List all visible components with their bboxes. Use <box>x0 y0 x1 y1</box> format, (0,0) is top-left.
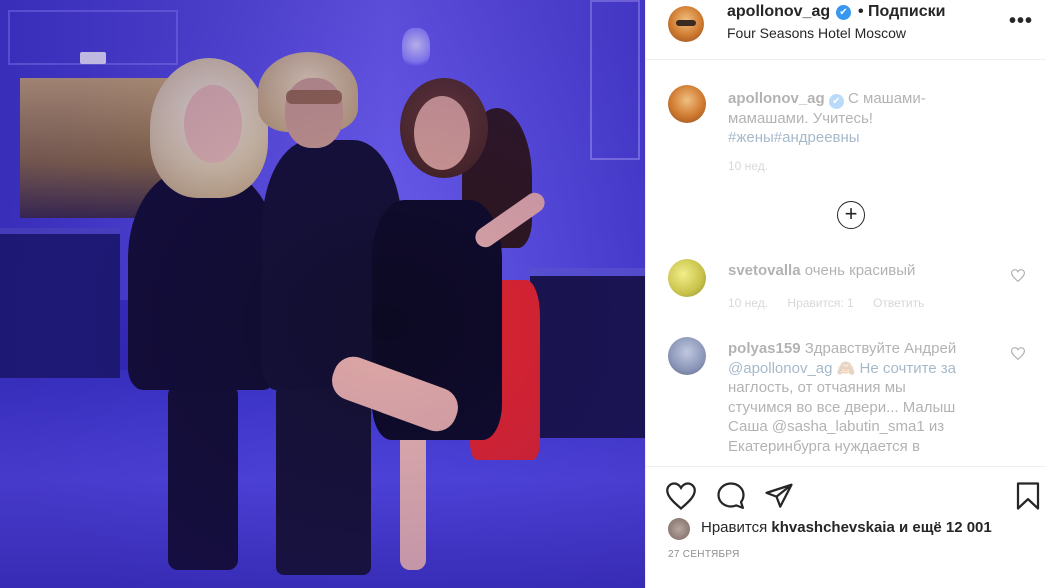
caption-text-line: С машами- <box>848 90 926 107</box>
commenter-avatar[interactable] <box>668 337 706 375</box>
liker-username[interactable]: khvashchevskaia <box>771 519 894 536</box>
commenter-avatar[interactable] <box>668 259 706 297</box>
likes-prefix: Нравится <box>701 519 768 536</box>
post-header: apollonov_ag ✔ • Подписки Four Seasons H… <box>646 0 1046 60</box>
comment-username[interactable]: svetovalla <box>728 262 801 279</box>
comment-text-line: Здравствуйте Андрей <box>804 340 957 357</box>
comment-text-line: Екатеринбурга нуждается в <box>728 437 920 455</box>
comment-text-line: стучимся во все двери... Малыш <box>728 398 956 416</box>
more-options-icon[interactable]: ••• <box>1009 10 1033 33</box>
author-avatar[interactable] <box>668 6 704 42</box>
comment-text: очень красивый <box>804 262 916 279</box>
heart-icon[interactable] <box>666 481 696 511</box>
caption-text-line: мамашами. Учитесь! <box>728 109 873 127</box>
comment-username[interactable]: polyas159 <box>728 340 801 357</box>
post-actions: Нравится khvashchevskaia и ещё 12 001 27… <box>646 466 1046 588</box>
comment-text-line: @apollonov_ag 🙈 Не сочтите за <box>728 359 957 377</box>
following-button[interactable]: • Подписки <box>858 3 946 21</box>
caption-time[interactable]: 10 нед. <box>728 159 768 173</box>
comment-text-line: Саша @sasha_labutin_sma1 из <box>728 418 945 435</box>
liker-avatar[interactable] <box>668 518 690 540</box>
likes-count[interactable]: и ещё 12 001 <box>899 519 992 536</box>
share-icon[interactable] <box>764 481 794 511</box>
comment-likes[interactable]: Нравится: 1 <box>787 296 853 310</box>
comment-like-heart-icon[interactable] <box>1011 269 1025 282</box>
comment-like-heart-icon[interactable] <box>1011 347 1025 360</box>
photo-shade <box>0 0 645 588</box>
load-more-comments-button[interactable]: + <box>837 201 865 229</box>
post-date[interactable]: 27 СЕНТЯБРЯ <box>668 549 740 560</box>
post-sidebar: apollonov_ag ✔ • Подписки Four Seasons H… <box>645 0 1046 588</box>
caption-username[interactable]: apollonov_ag <box>728 90 825 107</box>
comments-list[interactable]: apollonov_ag ✔ С машами- мамашами. Учите… <box>646 61 1046 466</box>
verified-badge-icon: ✔ <box>828 94 844 109</box>
author-avatar[interactable] <box>668 85 706 123</box>
reply-button[interactable]: Ответить <box>873 296 924 310</box>
comment-icon[interactable] <box>716 481 746 511</box>
liked-by: Нравится khvashchevskaia и ещё 12 001 <box>668 517 1038 540</box>
bookmark-icon[interactable] <box>1013 481 1043 511</box>
comment-text-line: наглость, от отчаяния мы <box>728 379 906 396</box>
post-location[interactable]: Four Seasons Hotel Moscow <box>727 25 906 41</box>
post-photo[interactable] <box>0 0 645 588</box>
comment-time[interactable]: 10 нед. <box>728 296 768 310</box>
verified-badge-icon: ✔ <box>836 5 851 20</box>
caption-hashtags[interactable]: #жены#андреевны <box>728 129 860 146</box>
author-username[interactable]: apollonov_ag <box>727 3 830 21</box>
